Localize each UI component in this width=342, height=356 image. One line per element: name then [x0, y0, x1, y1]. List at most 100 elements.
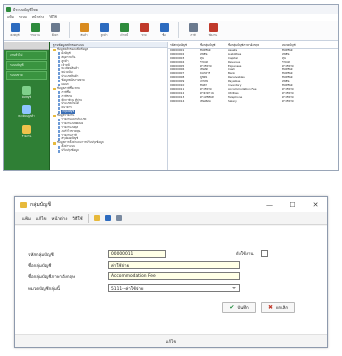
toolbar-button[interactable]: สินค้า [75, 22, 93, 39]
menu-window[interactable]: หน้าต่าง [32, 15, 44, 20]
table-icon[interactable] [115, 215, 122, 221]
document-icon [58, 106, 61, 110]
table-cell: ค่าใช้จ่าย [282, 99, 294, 103]
toolbar-button[interactable]: ผังบัญชี [6, 22, 24, 39]
column-header[interactable]: ชื่อกลุ่มบัญชีภาษาอังกฤษ [226, 43, 280, 48]
in-use-checkbox[interactable] [261, 250, 269, 257]
close-button[interactable]: ✕ [304, 197, 327, 212]
report-icon [22, 124, 31, 134]
settings-icon [50, 23, 60, 32]
document-icon [58, 118, 61, 122]
dialog-title: กลุ่มบัญชี [30, 201, 51, 208]
nav-shortcut-label: ผังบัญชี [21, 95, 32, 99]
nav-header [4, 42, 49, 50]
report-icon [30, 23, 40, 32]
toolbar-button-label: รายงาน [30, 33, 40, 37]
nav-shortcut[interactable]: ผังบัญชี [4, 86, 49, 99]
nav-section-button[interactable]: ระบบขาย [6, 71, 47, 80]
ledger-icon [22, 86, 31, 95]
category-value: 5111--ค่าใช้จ่าย [111, 286, 144, 292]
main-toolbar: ผังบัญชี รายงาน ตั้งค่า สินค้า ลูกค้า เจ้าหนี… [4, 21, 338, 41]
toolbar-button[interactable]: ตั้งค่า [46, 22, 64, 39]
code-field[interactable]: 00000011 [108, 250, 166, 258]
minimize-button[interactable]: — [258, 197, 281, 212]
dialog-menu-help[interactable]: วิธีใช้ [72, 215, 82, 222]
name-field[interactable]: ค่าใช้จ่าย [108, 261, 240, 269]
window-controls: — ☐ ✕ [258, 197, 327, 212]
main-body: งานทั่วไป ระบบบัญชี ระบบขายผังบัญชีทะเบียน… [4, 42, 338, 170]
toolbar-button-label: สินค้า [80, 33, 88, 37]
nav-section-button[interactable]: ระบบบัญชี [6, 61, 47, 70]
save-button-label: บันทึก [237, 306, 249, 311]
folder-icon [53, 48, 56, 52]
dialog-menu-file[interactable]: แฟ้ม [22, 215, 31, 222]
document-icon [58, 91, 61, 95]
document-icon [58, 71, 61, 75]
name-en-field[interactable]: Accommodation Fee [108, 272, 240, 280]
category-label: หมวดบัญชีกลุ่มนี้ [28, 286, 60, 292]
status-text: แก้ไข [165, 339, 177, 345]
dialog-menu-edit[interactable]: แก้ไข [36, 215, 47, 222]
toolbar-divider [87, 213, 89, 223]
cancel-button-label: ยกเลิก [275, 306, 289, 311]
document-icon [58, 103, 61, 106]
toolbar-button-label: ซื้อ [162, 33, 166, 37]
nav-shortcut[interactable]: ทะเบียนลูกค้า [4, 105, 49, 118]
dialog-title-bar: กลุ่มบัญชี — ☐ ✕ [15, 197, 327, 212]
dialog-menu-window[interactable]: หน้าต่าง [52, 215, 68, 222]
cart-icon [159, 23, 169, 32]
category-select[interactable]: 5111--ค่าใช้จ่าย [108, 284, 240, 292]
help-icon[interactable] [93, 215, 100, 221]
toolbar-button-label: ผังบัญชี [10, 33, 20, 37]
toolbar-button-label: เจ้าหนี้ [120, 33, 128, 37]
list-pane: รหัสกลุ่มบัญชี ชื่อกลุ่มบัญชี ชื่อกลุ่มบัญ… [168, 42, 338, 170]
screen: มีระบบบัญชีไทย แฟ้ม ระบบ หน้าต่าง วิธีใช… [0, 0, 342, 356]
list-body: 00000001 สินทรัพย์ Assets สินทรัพย์ 00000002… [168, 49, 338, 103]
column-header[interactable]: หมวดบัญชี [280, 43, 320, 48]
nav-shortcut-label: รายงาน [21, 133, 32, 138]
toolbar-button[interactable]: ลูกค้า [95, 22, 113, 39]
tax-icon [188, 23, 198, 32]
main-title-bar: มีระบบบัญชีไทย [4, 5, 338, 14]
toolbar-button-label: ปิดงาน [208, 33, 218, 37]
tree-list: ข้อมูลหลักของแฟ้มข้อมูล ผังบัญชี สมุดรายวั… [50, 47, 167, 153]
toolbar-button[interactable]: ภาษี [184, 22, 202, 39]
nav-shortcut-label: ทะเบียนลูกค้า [18, 114, 35, 119]
toolbar-button-label: ภาษี [190, 33, 196, 37]
tree-item-label: ปรับปรุงข้อมูล [61, 148, 79, 153]
folder-icon [53, 114, 56, 118]
save-button[interactable]: ✔ บันทึก [222, 302, 256, 313]
document-icon [58, 122, 61, 126]
main-window: มีระบบบัญชีไทย แฟ้ม ระบบ หน้าต่าง วิธีใช… [3, 4, 339, 171]
menu-file[interactable]: แฟ้ม [7, 15, 14, 20]
cancel-button[interactable]: ✖ ยกเลิก [261, 302, 295, 313]
table-cell: 00000014 [170, 99, 185, 103]
folder-icon [53, 87, 56, 91]
checkmark-icon: ✔ [229, 303, 235, 311]
chart-icon [139, 23, 149, 32]
column-header[interactable]: ชื่อกลุ่มบัญชี [198, 43, 226, 48]
table-row[interactable]: 00000014 เงินเดือน Salary ค่าใช้จ่าย [168, 100, 338, 104]
nav-shortcut[interactable]: รายงาน [4, 124, 49, 138]
code-label: รหัสกลุ่มบัญชี [28, 252, 54, 258]
name-row: ชื่อกลุ่มบัญชี ค่าใช้จ่าย [28, 261, 240, 269]
main-menu-bar: แฟ้ม ระบบ หน้าต่าง วิธีใช้ [4, 14, 338, 21]
toolbar-button[interactable]: เจ้าหนี้ [115, 22, 133, 39]
toolbar-button[interactable]: ขาย [135, 22, 153, 39]
toolbar-button[interactable]: ปิดงาน [204, 22, 222, 39]
exit-icon [208, 23, 218, 32]
in-use-row: ยังใช้งาน [236, 250, 269, 257]
left-navigation: งานทั่วไป ระบบบัญชี ระบบขายผังบัญชีทะเบียน… [4, 42, 50, 170]
info-icon[interactable] [104, 215, 111, 221]
nav-section-button[interactable]: งานทั่วไป [6, 51, 47, 60]
tree-item[interactable]: ปรับปรุงข้อมูล [50, 148, 167, 153]
menu-system[interactable]: ระบบ [19, 15, 27, 20]
toolbar-separator [178, 22, 179, 38]
column-header[interactable]: รหัสกลุ่มบัญชี [168, 43, 198, 48]
toolbar-button[interactable]: ซื้อ [155, 22, 173, 39]
menu-help[interactable]: วิธีใช้ [49, 15, 57, 20]
folder-icon [20, 201, 27, 208]
name-en-label: ชื่อกลุ่มบัญชีภาษาอังกฤษ [28, 274, 76, 280]
maximize-button[interactable]: ☐ [281, 197, 304, 212]
toolbar-button[interactable]: รายงาน [26, 22, 44, 39]
